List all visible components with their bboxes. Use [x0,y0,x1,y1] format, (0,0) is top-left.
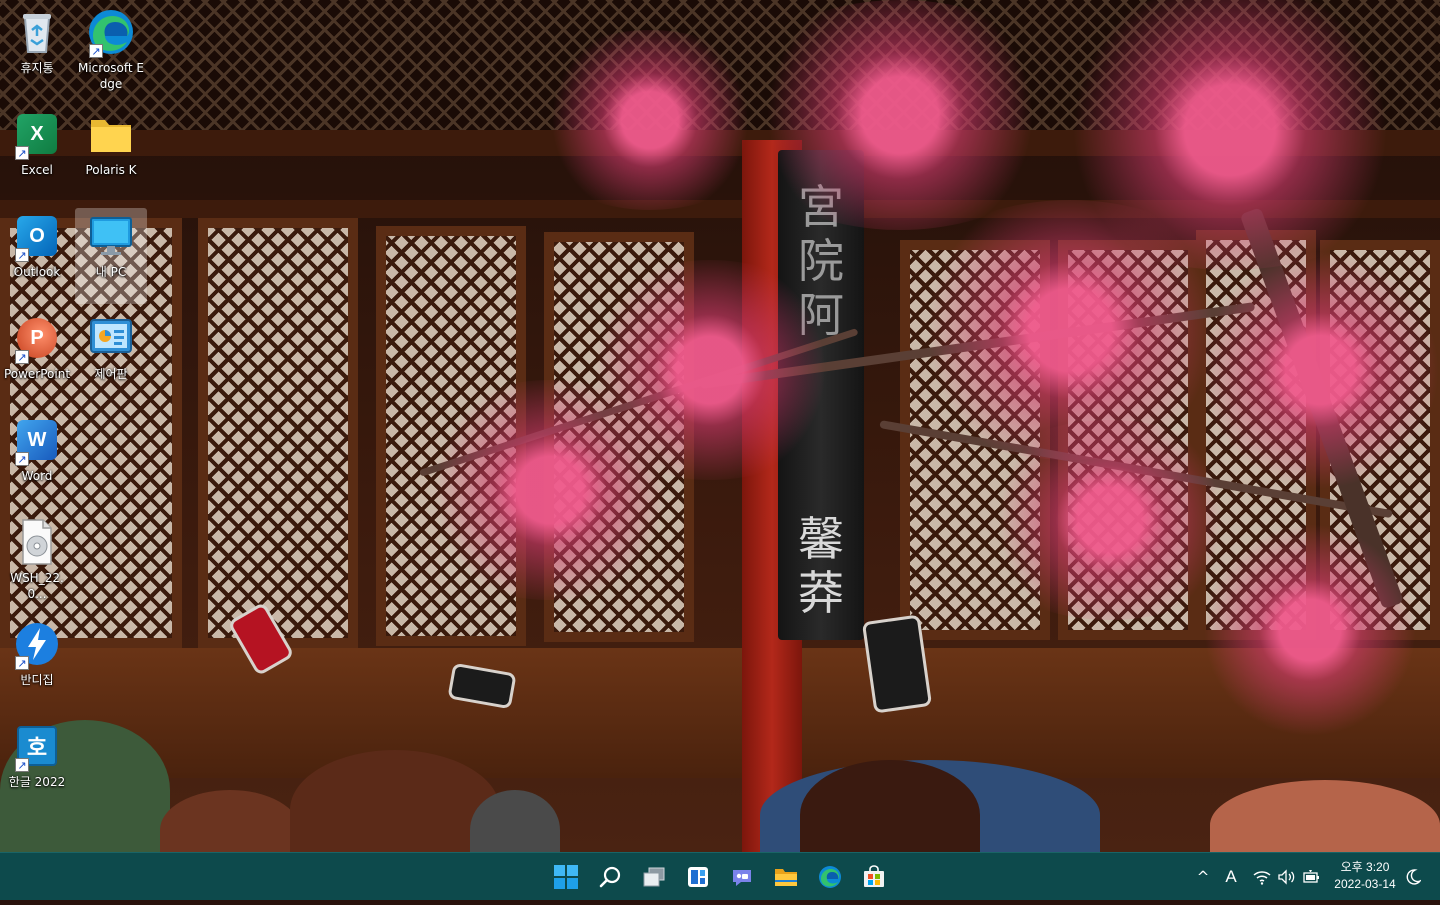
desktop-icon-word[interactable]: W ↗ Word [1,412,73,508]
folder-icon [87,110,135,158]
chat-icon [733,870,751,886]
desktop-icon-polaris-folder[interactable]: Polaris K [75,106,147,202]
speaker-icon [1278,869,1295,885]
edge-taskbar-button[interactable] [810,857,850,897]
desktop-icon-label: Word [21,469,53,483]
desktop-icon-label: 한글 2022 [8,775,66,789]
search-button[interactable] [590,857,630,897]
plaque-bottom-text: 馨莽 [798,512,844,620]
battery-button[interactable] [1300,853,1322,901]
store-bag-icon [864,865,884,887]
shortcut-arrow-icon: ↗ [15,146,29,160]
desktop-icon-wsh-file[interactable]: WSH_22.0... [1,514,73,610]
hangul-icon: 호 ↗ [13,722,61,772]
battery-charging-icon [1303,870,1319,883]
chevron-up-icon: ^ [1196,868,1210,886]
desktop-icon-label: 휴지통 [20,61,54,75]
shortcut-arrow-icon: ↗ [89,44,103,58]
desktop-icon-label: Polaris K [85,163,137,177]
chat-button[interactable] [722,857,762,897]
wallpaper-person [160,790,300,852]
wallpaper-door-panel [198,218,358,648]
windows-logo-icon [554,865,578,889]
desktop-icon-label: PowerPoint [3,367,71,381]
desktop-icon-label: Microsoft Edge [77,61,144,91]
desktop-icon-my-pc[interactable]: 내 PC [75,208,147,304]
desktop-icon-outlook[interactable]: O ↗ Outlook [1,208,73,304]
desktop-icon-label: 반디집 [20,673,54,687]
desktop-icon-control-panel[interactable]: 제어판 [75,310,147,406]
shortcut-arrow-icon: ↗ [15,248,29,262]
edge-icon: ↗ [87,8,135,58]
clock-date: 2022-03-14 [1334,877,1396,891]
powerpoint-icon: P ↗ [13,314,61,364]
shortcut-arrow-icon: ↗ [15,452,29,466]
desktop-icon-label: 내 PC [95,265,127,279]
edge-icon [819,866,841,888]
store-button[interactable] [854,857,894,897]
desktop-icon-bandizip[interactable]: ↗ 반디집 [1,616,73,712]
disc-image-file-icon [13,518,61,566]
widgets-icon [688,867,708,887]
desktop-icon-excel[interactable]: X ↗ Excel [1,106,73,202]
desktop-icon-edge[interactable]: ↗ Microsoft Edge [75,4,147,100]
network-button[interactable] [1252,853,1272,901]
taskbar: ^ A 오후 3:20 2022-03-14 [0,852,1440,900]
desktop-icon-label: WSH_22.0... [10,571,64,601]
bandizip-icon: ↗ [13,620,61,670]
shortcut-arrow-icon: ↗ [15,758,29,772]
shortcut-arrow-icon: ↗ [15,656,29,670]
show-hidden-icons-button[interactable]: ^ [1190,853,1216,901]
recycle-bin-icon [13,8,61,56]
desktop-wallpaper: 宮院阿 馨莽 [0,0,1440,852]
word-icon: W ↗ [13,416,61,466]
task-view-button[interactable] [634,857,674,897]
desktop-icon-recycle-bin[interactable]: 휴지통 [1,4,73,100]
notification-button[interactable] [1402,853,1424,901]
desktop-icon-label: 제어판 [94,367,128,381]
input-method-indicator[interactable]: A [1218,853,1244,901]
search-icon [599,866,621,888]
clock-time: 오후 3:20 [1340,860,1390,874]
shortcut-arrow-icon: ↗ [15,350,29,364]
wifi-icon [1253,871,1271,885]
task-view-icon [643,867,665,887]
control-panel-icon [87,314,135,362]
wallpaper-blossom [1180,520,1440,740]
excel-icon: X ↗ [13,110,61,160]
folder-icon [775,869,797,886]
monitor-icon [87,212,135,260]
start-button[interactable] [546,857,586,897]
wallpaper-person [1210,780,1440,852]
desktop-icon-label: Excel [21,163,53,177]
taskbar-clock[interactable]: 오후 3:20 2022-03-14 [1326,859,1404,893]
focus-moon-icon [1406,869,1423,885]
desktop-icon-powerpoint[interactable]: P ↗ PowerPoint [1,310,73,406]
wallpaper-blossom [400,380,700,600]
desktop-icon-hangul[interactable]: 호 ↗ 한글 2022 [1,718,73,814]
file-explorer-button[interactable] [766,857,806,897]
ime-language-text: A [1225,867,1237,886]
desktop-icon-label: Outlook [13,265,61,279]
volume-button[interactable] [1276,853,1298,901]
widgets-button[interactable] [678,857,718,897]
outlook-icon: O ↗ [13,212,61,262]
